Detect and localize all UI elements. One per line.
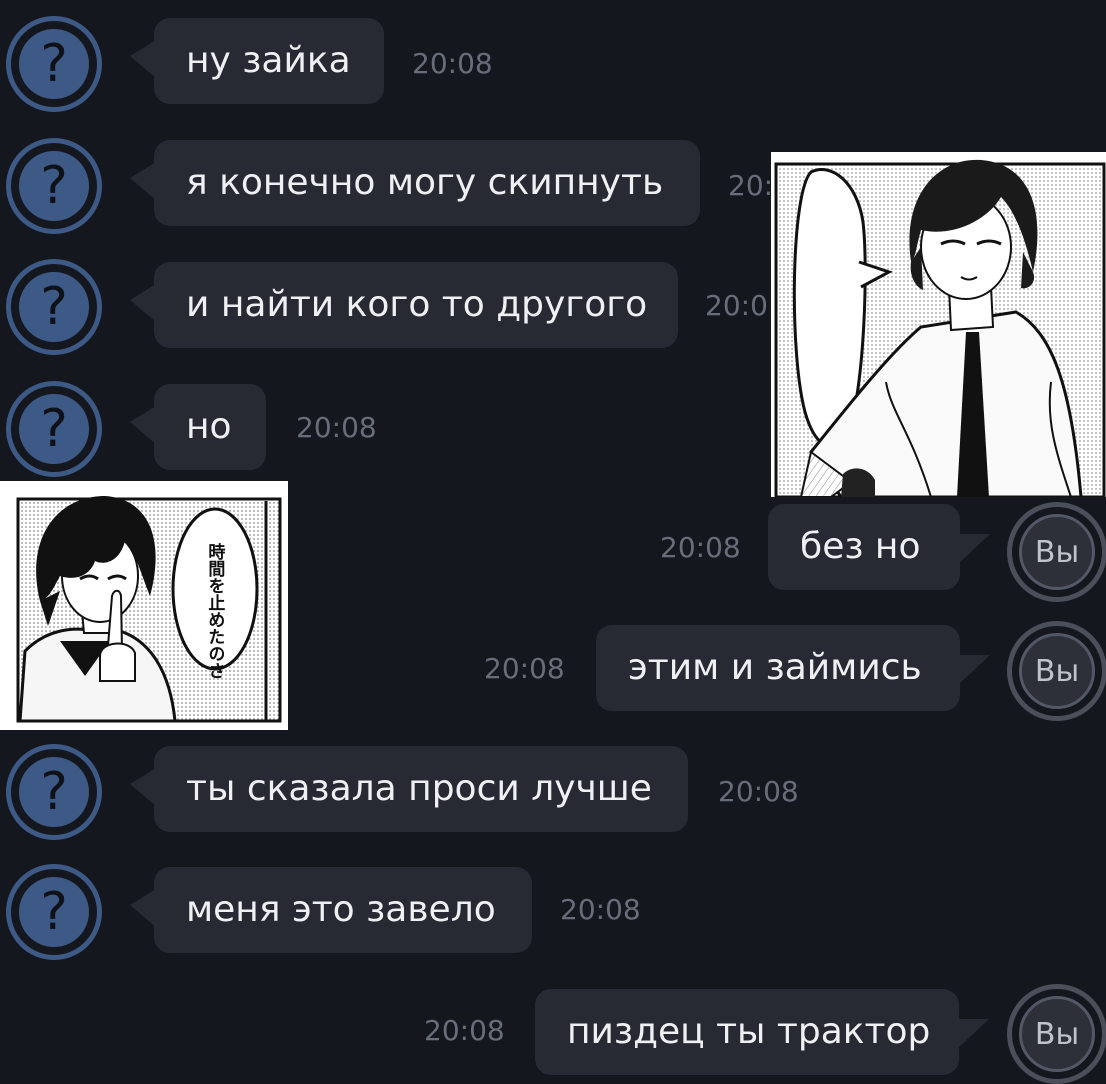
incoming-message[interactable]: я конечно могу скипнуть [130, 140, 700, 226]
incoming-message[interactable]: ну зайка [130, 18, 384, 104]
message-time: 20: [728, 169, 774, 202]
incoming-message[interactable]: меня это завело [130, 867, 532, 953]
message-time: 20:08 [424, 1014, 505, 1047]
question-mark-icon: ? [19, 272, 89, 342]
message-text: меня это завело [186, 889, 496, 930]
manga-boy-illustration [16, 496, 282, 723]
incoming-message[interactable]: и найти кого то другого [130, 262, 678, 348]
outgoing-message[interactable]: без но [768, 504, 990, 590]
manga-woman-illustration [774, 159, 1106, 497]
message-text: этим и займись [628, 647, 922, 688]
manga-panel-boy[interactable]: 時間を止めたのさ [0, 481, 288, 730]
message-time: 20:08 [560, 893, 641, 926]
message-text: и найти кого то другого [186, 284, 648, 325]
message-text: но [186, 406, 232, 447]
incoming-message[interactable]: но [130, 384, 266, 470]
manga-panel-woman[interactable] [771, 152, 1106, 497]
question-mark-icon: ? [19, 394, 89, 464]
message-time: 20:0 [705, 289, 768, 322]
message-text: без но [800, 526, 921, 567]
contact-avatar[interactable]: ? [6, 744, 102, 840]
avatar-label: Вы [1019, 633, 1095, 709]
question-mark-icon: ? [19, 151, 89, 221]
chat-window: ? ну зайка 20:08 ? я конечно могу скипну… [0, 0, 1106, 1084]
my-avatar[interactable]: Вы [1007, 502, 1106, 602]
my-avatar[interactable]: Вы [1007, 621, 1106, 721]
message-text: я конечно могу скипнуть [186, 162, 664, 203]
avatar-label: Вы [1019, 514, 1095, 590]
question-mark-icon: ? [19, 29, 89, 99]
message-text: ты сказала проси лучше [186, 768, 652, 809]
my-avatar[interactable]: Вы [1007, 984, 1106, 1084]
contact-avatar[interactable]: ? [6, 259, 102, 355]
outgoing-message[interactable]: этим и займись [596, 625, 990, 711]
outgoing-message[interactable]: пиздец ты трактор [535, 989, 989, 1075]
message-time: 20:08 [660, 531, 741, 564]
message-time: 20:08 [484, 652, 565, 685]
question-mark-icon: ? [19, 757, 89, 827]
message-time: 20:08 [718, 775, 799, 808]
avatar-label: Вы [1019, 996, 1095, 1072]
message-text: пиздец ты трактор [567, 1011, 931, 1052]
message-time: 20:08 [296, 411, 377, 444]
contact-avatar[interactable]: ? [6, 138, 102, 234]
question-mark-icon: ? [19, 877, 89, 947]
contact-avatar[interactable]: ? [6, 381, 102, 477]
contact-avatar[interactable]: ? [6, 864, 102, 960]
speech-bubble-text: 時間を止めたのさ [204, 543, 225, 679]
incoming-message[interactable]: ты сказала проси лучше [130, 746, 688, 832]
contact-avatar[interactable]: ? [6, 16, 102, 112]
message-text: ну зайка [186, 40, 351, 81]
message-time: 20:08 [412, 47, 493, 80]
